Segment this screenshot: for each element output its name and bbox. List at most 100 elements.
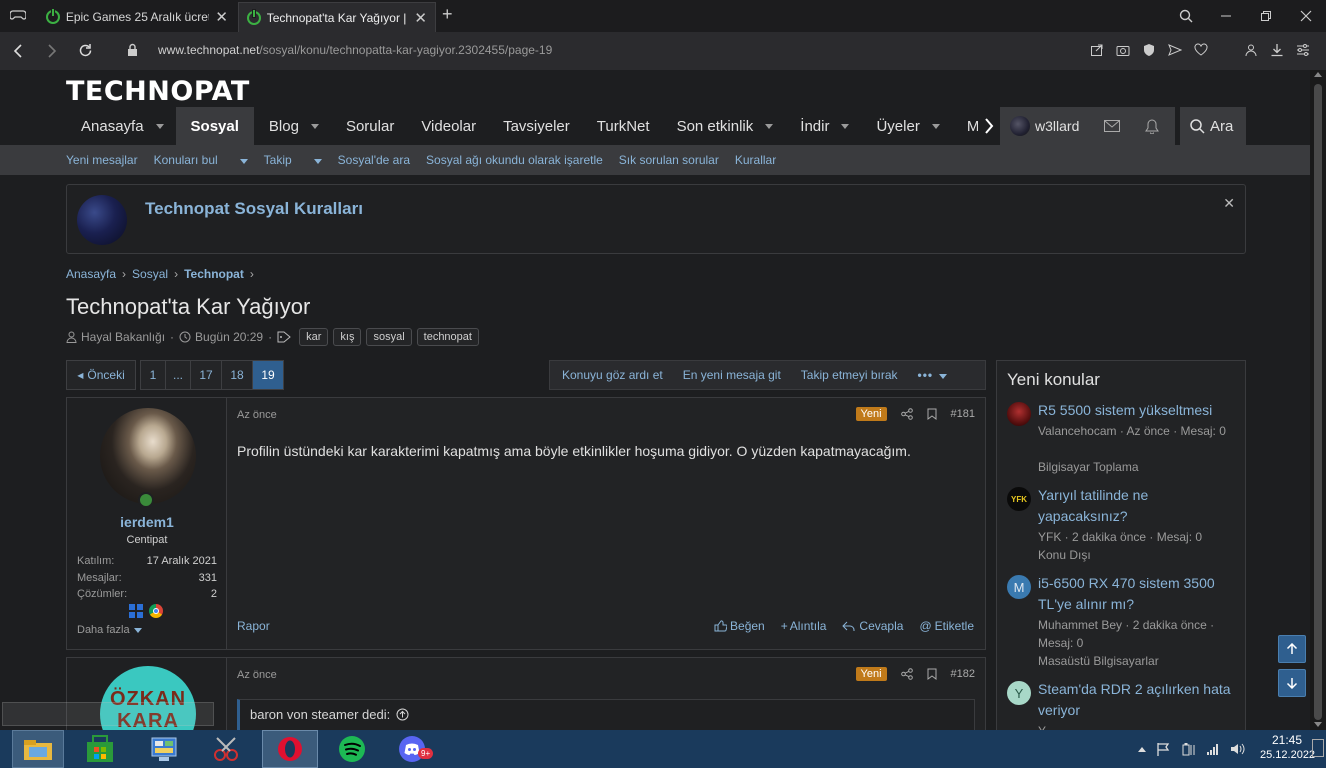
tab-epic-games[interactable]: Epic Games 25 Aralık ücretsi ✕ [38, 2, 236, 32]
avatar[interactable]: YFK [1007, 487, 1031, 511]
chevron-down-icon[interactable] [765, 123, 774, 129]
breadcrumb-technopat[interactable]: Technopat [184, 267, 244, 281]
easy-setup-icon[interactable] [1296, 43, 1310, 57]
shield-icon[interactable] [1142, 43, 1156, 57]
snipping-tool-icon[interactable] [200, 730, 252, 768]
subnav-konulari-bul[interactable]: Konuları bul [154, 153, 248, 167]
more-options-icon[interactable]: ••• [918, 368, 948, 382]
spotify-icon[interactable] [326, 730, 378, 768]
list-item[interactable]: Y Steam'da RDR 2 açılırken hata veriyor … [1007, 679, 1237, 730]
share-icon[interactable] [1090, 43, 1104, 57]
mail-icon[interactable] [1104, 120, 1121, 132]
heart-icon[interactable] [1194, 43, 1208, 57]
quote-author[interactable]: baron von steamer dedi: [250, 707, 390, 722]
subnav-yeni-mesajlar[interactable]: Yeni mesajlar [66, 153, 138, 167]
list-item[interactable]: R5 5500 sistem yükseltmesi Valancehocam … [1007, 400, 1237, 480]
bell-icon[interactable] [1145, 118, 1160, 134]
thread-date[interactable]: Bugün 20:29 [195, 330, 263, 344]
discord-icon[interactable]: 9+ [388, 730, 440, 768]
mention-button[interactable]: @ Etiketle [919, 619, 974, 633]
share-icon[interactable] [900, 668, 913, 680]
reload-icon[interactable] [78, 43, 93, 58]
file-explorer-icon[interactable] [12, 730, 64, 768]
forward-icon[interactable] [46, 44, 58, 58]
thread-link[interactable]: Steam'da RDR 2 açılırken hata veriyor [1038, 679, 1233, 721]
breadcrumb-sosyal[interactable]: Sosyal [132, 267, 168, 281]
post-username[interactable]: ierdem1 [67, 514, 227, 530]
avatar[interactable]: Y [1007, 681, 1031, 705]
scrollbar-thumb[interactable] [1314, 84, 1322, 720]
post-number[interactable]: #182 [951, 668, 975, 680]
tag-sosyal[interactable]: sosyal [366, 328, 412, 346]
chevron-down-icon[interactable] [155, 123, 164, 129]
arrow-up-circle-icon[interactable] [396, 708, 409, 721]
subnav-takip[interactable]: Takip [264, 153, 322, 167]
back-icon[interactable] [12, 44, 24, 58]
tray-expand-icon[interactable] [1138, 746, 1146, 752]
clock-time[interactable]: 21:45 [1272, 733, 1302, 747]
notification-center-icon[interactable] [1312, 739, 1324, 757]
nav-turknet[interactable]: TurkNet [582, 107, 662, 145]
control-panel-icon[interactable] [138, 730, 190, 768]
scroll-top-button[interactable] [1278, 635, 1306, 663]
unwatch-button[interactable]: Takip etmeyi bırak [801, 368, 898, 382]
search-button[interactable]: Ara [1180, 107, 1246, 145]
search-tabs-icon[interactable] [1166, 0, 1206, 32]
chevron-down-icon[interactable] [931, 123, 940, 129]
tag-kis[interactable]: kış [333, 328, 362, 346]
thread-forum[interactable]: Konu Dışı [1038, 546, 1233, 564]
thread-forum[interactable]: Masaüstü Bilgisayarlar [1038, 652, 1233, 670]
username-link[interactable]: w3llard [1035, 118, 1079, 134]
report-link[interactable]: Rapor [237, 619, 270, 633]
technopat-logo[interactable]: TECHNOPAT [66, 76, 250, 107]
list-item[interactable]: YFK Yarıyıl tatilinde ne yapacaksınız? Y… [1007, 485, 1237, 565]
nav-sorular[interactable]: Sorular [331, 107, 406, 145]
thread-forum[interactable]: Bilgisayar Toplama [1038, 458, 1233, 476]
chevron-down-icon[interactable] [841, 123, 850, 129]
thread-link[interactable]: i5-6500 RX 470 sistem 3500 TL'ye alınır … [1038, 573, 1233, 615]
subnav-sss[interactable]: Sık sorulan sorular [619, 153, 719, 167]
like-button[interactable]: Beğen [714, 619, 765, 633]
page-18[interactable]: 18 [221, 360, 253, 390]
scroll-up-arrow-icon[interactable] [1314, 72, 1322, 77]
quote-button[interactable]: + Alıntıla [781, 619, 827, 633]
page-19[interactable]: 19 [252, 360, 284, 390]
avatar[interactable] [1007, 402, 1031, 426]
ignore-thread-button[interactable]: Konuyu göz ardı et [562, 368, 663, 382]
bookmark-icon[interactable] [927, 668, 937, 680]
thread-link[interactable]: R5 5500 sistem yükseltmesi [1038, 400, 1233, 421]
store-icon[interactable] [74, 730, 126, 768]
list-item[interactable]: M i5-6500 RX 470 sistem 3500 TL'ye alını… [1007, 573, 1237, 668]
subnav-kurallar[interactable]: Kurallar [735, 153, 776, 167]
close-window-button[interactable] [1286, 0, 1326, 32]
latest-post-button[interactable]: En yeni mesaja git [683, 368, 781, 382]
volume-icon[interactable] [1230, 742, 1246, 756]
prev-page-button[interactable]: ◀ Önceki [66, 360, 136, 390]
nav-son-etkinlik[interactable]: Son etkinlik [662, 107, 786, 145]
notice-title[interactable]: Technopat Sosyal Kuralları [145, 199, 363, 219]
account-icon[interactable] [1244, 43, 1258, 57]
close-tab-icon[interactable]: ✕ [414, 9, 427, 27]
network-icon[interactable] [1206, 742, 1220, 756]
scroll-down-arrow-icon[interactable] [1314, 722, 1322, 727]
avatar[interactable]: M [1007, 575, 1031, 599]
nav-tavsiyeler[interactable]: Tavsiyeler [488, 107, 582, 145]
tag-technopat[interactable]: technopat [416, 328, 479, 346]
post-time[interactable]: Az önce [237, 669, 277, 681]
post-time[interactable]: Az önce [237, 409, 277, 421]
battery-icon[interactable] [1180, 742, 1196, 756]
camera-icon[interactable] [1116, 43, 1130, 57]
dismiss-icon[interactable]: ✕ [1223, 195, 1235, 212]
chevron-down-icon[interactable] [310, 123, 319, 129]
subnav-okundu-isaretle[interactable]: Sosyal ağı okundu olarak işaretle [426, 153, 603, 167]
breadcrumb-anasayfa[interactable]: Anasayfa [66, 267, 116, 281]
tag-kar[interactable]: kar [299, 328, 329, 346]
nav-sosyal[interactable]: Sosyal [175, 107, 254, 145]
minimize-button[interactable] [1206, 0, 1246, 32]
nav-scroll-right-icon[interactable] [978, 107, 1000, 145]
avatar[interactable] [100, 408, 196, 504]
more-info-button[interactable]: Daha fazla [77, 624, 142, 636]
clock-date[interactable]: 25.12.2022 [1260, 749, 1315, 761]
scroll-bottom-button[interactable] [1278, 669, 1306, 697]
page-jump[interactable]: ... [165, 360, 191, 390]
